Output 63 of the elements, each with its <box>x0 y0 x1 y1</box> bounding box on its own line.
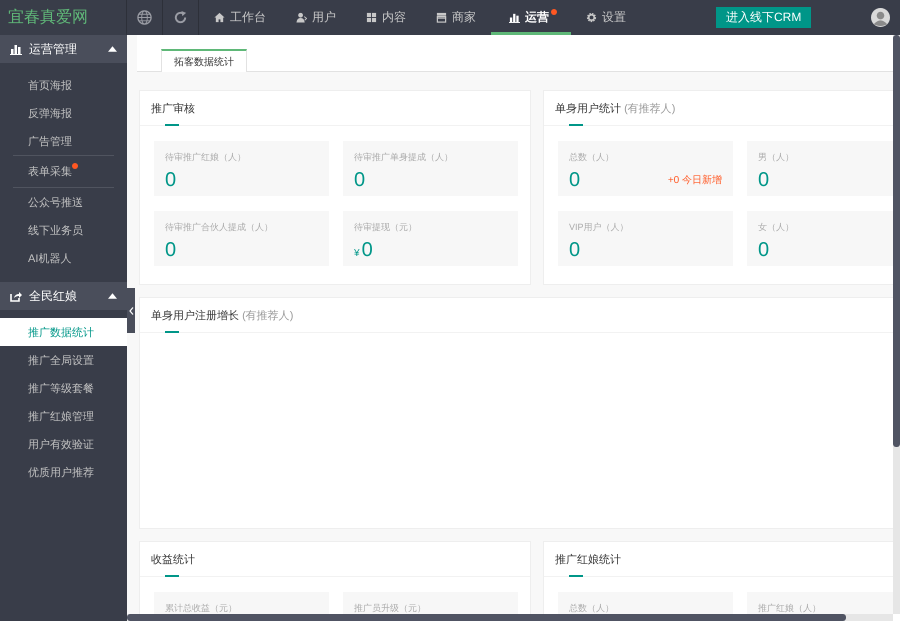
grid-icon <box>366 12 377 23</box>
stat-label: VIP用户（人） <box>569 221 630 234</box>
stat-label: 总数（人） <box>569 602 615 614</box>
stat-label: 推广红娘（人） <box>758 602 822 614</box>
nav-tab[interactable]: 内容 <box>351 0 421 35</box>
nav-tab[interactable]: 工作台 <box>199 0 281 35</box>
store-icon <box>436 12 447 23</box>
sidebar-item[interactable]: 广告管理 <box>0 127 127 155</box>
stat-label: 待审推广合伙人提成（人） <box>165 221 274 234</box>
nav-tab[interactable]: 设置 <box>571 0 641 35</box>
bar-chart-icon <box>509 12 520 23</box>
sidebar-item[interactable]: 推广红娘管理 <box>0 402 127 430</box>
card-title: 收益统计 <box>151 552 195 566</box>
settings-icon <box>586 12 597 23</box>
sidebar-item[interactable]: 推广等级套餐 <box>0 374 127 402</box>
stat-value: 0 <box>165 239 176 262</box>
share-icon <box>10 290 22 302</box>
stat-value: 0 <box>362 239 373 262</box>
stat-label: 总数（人） <box>569 151 615 164</box>
sidebar-group-header[interactable]: 运营管理 <box>0 35 127 63</box>
home-icon <box>214 12 225 23</box>
stat-value: 0 <box>165 169 176 192</box>
sidebar-item[interactable]: 表单采集 <box>13 155 114 188</box>
sidebar-item[interactable]: 用户有效验证 <box>0 430 127 458</box>
card-title: 推广审核 <box>151 102 195 116</box>
vertical-scrollbar[interactable] <box>893 35 900 614</box>
stat-label: 推广员升级（元） <box>354 602 427 614</box>
stat-label: 待审提现（元） <box>354 221 418 234</box>
card-title: 单身用户统计 (有推荐人) <box>555 102 676 116</box>
sidebar-group-header[interactable]: 全民红娘 <box>0 282 127 310</box>
currency-symbol: ¥ <box>354 248 360 259</box>
avatar-icon[interactable] <box>871 8 890 27</box>
sidebar-item[interactable]: 推广全局设置 <box>0 346 127 374</box>
stat-value: 0 <box>569 169 580 192</box>
stat-label: 待审推广单身提成（人） <box>354 151 454 164</box>
stat-label: 待审推广红娘（人） <box>165 151 247 164</box>
stat-label: 累计总收益（元） <box>165 602 238 614</box>
stat-value: 0 <box>569 239 580 262</box>
sidebar-item[interactable]: 公众号推送 <box>0 188 127 216</box>
tab[interactable]: 拓客数据统计 <box>161 49 247 72</box>
card-title: 推广红娘统计 <box>555 552 621 566</box>
sidebar-item[interactable]: 首页海报 <box>0 71 127 99</box>
user-icon <box>296 12 307 23</box>
sidebar-item[interactable]: 优质用户推荐 <box>0 458 127 486</box>
horizontal-scrollbar[interactable] <box>127 614 893 621</box>
stat-note: +0 今日新增 <box>668 174 722 187</box>
refresh-icon[interactable] <box>173 10 188 25</box>
stat-value: 0 <box>354 169 366 192</box>
sidebar-item[interactable]: AI机器人 <box>0 244 127 272</box>
stat-label: 女（人） <box>758 221 795 234</box>
nav-tab[interactable]: 商家 <box>421 0 491 35</box>
globe-icon[interactable] <box>137 10 152 25</box>
stat-value: 0 <box>758 239 770 262</box>
sidebar-toggle[interactable] <box>127 288 135 333</box>
bar-chart-icon <box>10 43 22 55</box>
crm-button[interactable]: 进入线下CRM <box>716 7 812 28</box>
nav-tab[interactable]: 用户 <box>281 0 351 35</box>
sidebar-item[interactable]: 推广数据统计 <box>0 318 127 346</box>
card-title: 单身用户注册增长 (有推荐人) <box>151 308 294 322</box>
stat-label: 男（人） <box>758 151 795 164</box>
sidebar-item[interactable]: 反弹海报 <box>0 99 127 127</box>
sidebar-item[interactable]: 线下业务员 <box>0 216 127 244</box>
stat-value: 0 <box>758 169 770 192</box>
